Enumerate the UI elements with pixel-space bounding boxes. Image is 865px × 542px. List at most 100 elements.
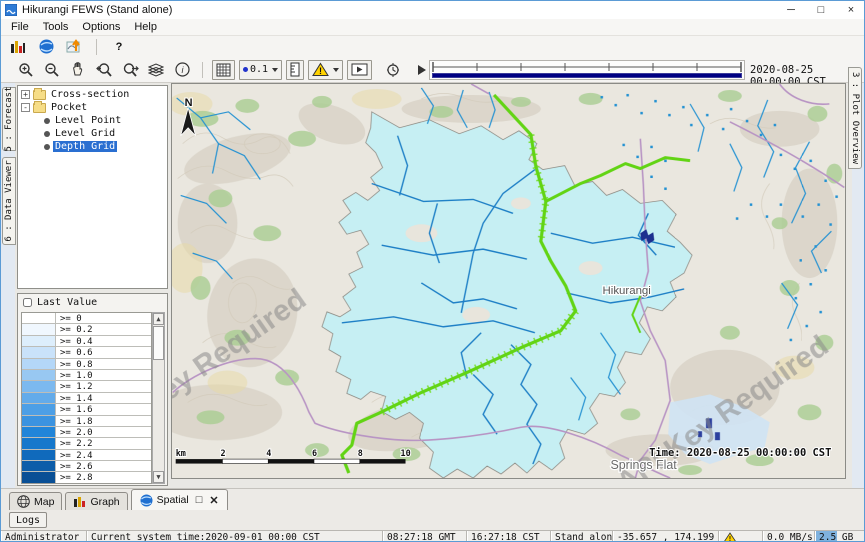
tab-spatial[interactable]: Spatial □ ✕ <box>131 489 228 510</box>
grid-resolution-dropdown[interactable]: 0.1 <box>239 60 282 80</box>
legend-color-swatch <box>22 404 56 414</box>
spatial-display-icon[interactable] <box>63 37 85 57</box>
tab-map[interactable]: Map <box>9 492 62 510</box>
svg-text:km: km <box>176 448 186 458</box>
ruler-icon[interactable] <box>286 60 304 80</box>
legend-row: >= 1.8 <box>22 416 151 427</box>
legend-color-swatch <box>22 450 56 460</box>
tree-item-label[interactable]: Pocket <box>49 102 89 113</box>
layers-icon[interactable] <box>145 60 167 80</box>
legend-scrollbar[interactable]: ▲ ▼ <box>152 312 165 484</box>
legend-row: >= 0.2 <box>22 324 151 335</box>
help-icon[interactable]: ? <box>108 37 130 57</box>
tree-item-label-selected[interactable]: Depth Grid <box>53 141 117 152</box>
tab-graph-label: Graph <box>90 496 119 508</box>
pan-icon[interactable] <box>67 60 89 80</box>
interval-clock-icon[interactable] <box>382 60 404 80</box>
grid-resolution-value: 0.1 <box>250 64 268 75</box>
svg-text:!: ! <box>319 66 322 76</box>
tree-row-level-point[interactable]: Level Point <box>18 114 167 127</box>
map-time-overlay: Time: 2020-08-25 00:00:00 CST <box>649 447 831 459</box>
tree-row-pocket[interactable]: - Pocket <box>18 101 167 114</box>
collapse-icon[interactable]: - <box>21 103 30 112</box>
legend-row: >= 0.8 <box>22 359 151 370</box>
menu-tools[interactable]: Tools <box>37 20 75 34</box>
warning-dropdown[interactable]: ! <box>308 60 343 80</box>
legend-row: >= 2.0 <box>22 427 151 438</box>
legend-row: >= 0 <box>22 313 151 324</box>
legend-color-swatch <box>22 381 56 391</box>
close-tab-icon[interactable]: ✕ <box>209 494 218 507</box>
scroll-up-icon[interactable]: ▲ <box>153 313 164 325</box>
menu-help[interactable]: Help <box>128 20 163 34</box>
grid-icon[interactable] <box>212 60 235 80</box>
last-value-label: Last Value <box>37 297 97 308</box>
status-local-time: 16:27:18 CST <box>467 531 551 542</box>
zoom-in-icon[interactable] <box>15 60 37 80</box>
menu-file[interactable]: File <box>5 20 35 34</box>
memory-label: 2.5 GB <box>819 532 853 542</box>
legend-color-swatch <box>22 336 56 346</box>
expander-icon[interactable]: + <box>21 90 30 99</box>
logs-button[interactable]: Logs <box>9 512 47 528</box>
resolution-dot-icon <box>243 67 248 72</box>
tab-plot-overview[interactable]: 3 : Plot Overview <box>848 67 862 169</box>
menu-options[interactable]: Options <box>76 20 126 34</box>
legend-row-label: >= 1.0 <box>56 370 151 380</box>
status-system-time: Current system time:2020-09-01 00:00 CST <box>87 531 383 542</box>
last-value-checkbox[interactable] <box>23 298 32 307</box>
svg-text:2: 2 <box>220 448 225 458</box>
zoom-previous-icon[interactable] <box>93 60 115 80</box>
status-memory: 2.5 GB <box>815 531 865 542</box>
status-warning-cell[interactable]: ! <box>719 531 763 542</box>
info-icon[interactable]: i <box>171 60 193 80</box>
legend-row-label: >= 2.0 <box>56 427 151 437</box>
scroll-down-icon[interactable]: ▼ <box>153 471 164 483</box>
status-coordinates: -35.657 , 174.199 <box>613 531 719 542</box>
zoom-next-icon[interactable] <box>119 60 141 80</box>
legend-color-swatch <box>22 324 56 334</box>
scroll-thumb[interactable] <box>153 326 164 360</box>
timeline-slider[interactable] <box>429 60 745 80</box>
bullet-icon <box>44 118 50 124</box>
legend-row: >= 2.8 <box>22 472 151 483</box>
data-display-icon[interactable] <box>7 37 29 57</box>
undock-icon[interactable]: □ <box>196 494 203 506</box>
tree-row-level-grid[interactable]: Level Grid <box>18 127 167 140</box>
tab-graph[interactable]: Graph <box>65 492 127 510</box>
legend-row: >= 1.2 <box>22 381 151 392</box>
zoom-out-icon[interactable] <box>41 60 63 80</box>
status-download-rate: 0.0 MB/s <box>763 531 815 542</box>
application-window: Hikurangi FEWS (Stand alone) ─ □ × File … <box>0 0 865 542</box>
tree-row-depth-grid[interactable]: Depth Grid <box>18 140 167 153</box>
map-view[interactable]: API Key Required API Key Required N Hiku… <box>171 83 846 479</box>
globe-icon <box>140 494 153 507</box>
tree-item-label[interactable]: Level Grid <box>53 128 117 139</box>
tree-row-cross-section[interactable]: + Cross-section <box>18 88 167 101</box>
timeline-period-bar[interactable] <box>432 73 742 78</box>
view-tab-bar: Map Graph Spatial □ ✕ <box>1 488 865 510</box>
legend-panel: Last Value >= 0>= 0.2>= 0.4>= 0.6>= 0.8>… <box>17 293 168 486</box>
legend-color-swatch <box>22 359 56 369</box>
legend-row-label: >= 2.2 <box>56 438 151 448</box>
tab-data-viewer[interactable]: 6 : Data Viewer <box>2 157 16 245</box>
tree-item-label[interactable]: Cross-section <box>49 89 131 100</box>
svg-text:10: 10 <box>401 448 411 458</box>
legend-row-label: >= 1.2 <box>56 381 151 391</box>
map-display-icon[interactable] <box>35 37 57 57</box>
maximize-icon[interactable]: □ <box>806 1 836 19</box>
legend-row-label: >= 2.4 <box>56 450 151 460</box>
legend-color-swatch <box>22 472 56 482</box>
toolbar-separator <box>202 62 203 78</box>
play-icon[interactable] <box>418 65 426 75</box>
legend-row: >= 2.6 <box>22 461 151 472</box>
close-icon[interactable]: × <box>836 1 865 19</box>
minimize-icon[interactable]: ─ <box>776 1 806 19</box>
tree-item-label[interactable]: Level Point <box>53 115 123 126</box>
tab-forecast[interactable]: 5 : Forecast <box>2 87 16 151</box>
title-bar[interactable]: Hikurangi FEWS (Stand alone) ─ □ × <box>1 1 865 19</box>
legend-row-label: >= 2.8 <box>56 472 151 482</box>
map-canvas[interactable]: API Key Required API Key Required N Hiku… <box>172 84 845 478</box>
legend-row: >= 1.0 <box>22 370 151 381</box>
play-animation-icon[interactable] <box>347 60 372 80</box>
